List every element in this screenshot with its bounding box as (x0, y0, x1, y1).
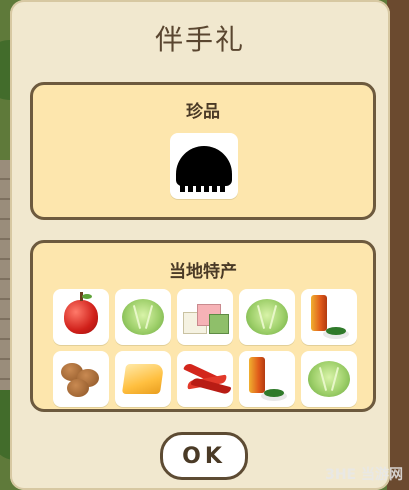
souvenir-dialog: 伴手礼 珍品 当地特产 OK (10, 0, 390, 490)
tricolor-mochi-icon (183, 302, 229, 334)
cabbage-icon (122, 299, 164, 335)
specialty-item-cabbage[interactable] (239, 289, 295, 345)
specialty-item-manju[interactable] (53, 351, 109, 407)
ok-button[interactable]: OK (160, 432, 248, 480)
specialty-item-cheese[interactable] (115, 351, 171, 407)
canned-food-with-vegetables-icon (309, 295, 349, 339)
specialty-item-mochi[interactable] (177, 289, 233, 345)
canned-food-with-vegetables-icon (247, 357, 287, 401)
rare-item-slot[interactable] (170, 133, 238, 199)
specialty-item-cabbage[interactable] (115, 289, 171, 345)
cheese-icon (121, 364, 165, 394)
specialty-item-canned-food[interactable] (239, 351, 295, 407)
apple-icon (64, 292, 98, 334)
rare-items-title: 珍品 (186, 102, 220, 122)
cabbage-icon (308, 361, 350, 397)
site-watermark: 3HE 当游网 (325, 467, 403, 483)
specialty-item-cabbage[interactable] (301, 351, 357, 407)
cabbage-icon (246, 299, 288, 335)
specialty-item-chili[interactable] (177, 351, 233, 407)
manju-buns-icon (61, 359, 101, 399)
specialty-item-canned-food[interactable] (301, 289, 357, 345)
rare-items-panel: 珍品 (30, 82, 376, 220)
dialog-title: 伴手礼 (154, 23, 245, 56)
local-specialties-title: 当地特产 (169, 262, 237, 282)
local-specialties-panel: 当地特产 (30, 240, 376, 412)
black-silhouette-icon (176, 146, 232, 192)
specialty-item-apple[interactable] (53, 289, 109, 345)
red-chili-peppers-icon (183, 361, 232, 396)
